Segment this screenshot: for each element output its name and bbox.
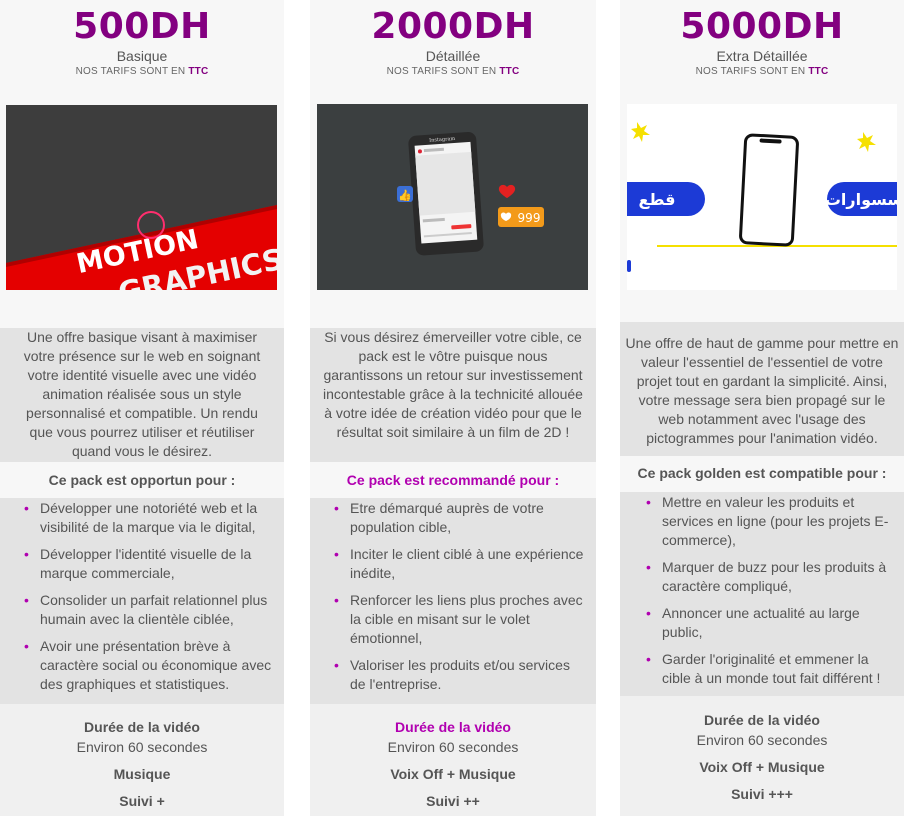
suivi-level: Suivi +++ xyxy=(731,786,793,802)
plan-section-title: Ce pack est opportun pour : xyxy=(48,472,236,488)
plan-bullet-list: Etre démarqué auprès de votre population… xyxy=(332,499,588,702)
list-item: Renforcer les liens plus proches avec la… xyxy=(332,591,588,648)
plan-price: 2000DH xyxy=(371,6,535,47)
duration-value: Environ 60 secondes xyxy=(387,739,519,755)
duration-label: Durée de la vidéo xyxy=(704,712,820,728)
pricing-card-detaillee: 2000DH Détaillée NOS TARIFS SONT EN TTC … xyxy=(310,0,596,816)
plan-description: Si vous désirez émerveiller votre cible,… xyxy=(323,329,583,440)
duration-value: Environ 60 secondes xyxy=(696,732,828,748)
list-item: Inciter le client ciblé à une expérience… xyxy=(332,545,588,583)
plan-price: 500DH xyxy=(73,6,211,47)
svg-text:👍: 👍 xyxy=(398,189,412,202)
plan-section-title: Ce pack golden est compatible pour : xyxy=(637,465,887,481)
plan-description: Une offre de haut de gamme pour mettre e… xyxy=(625,335,899,446)
list-item: Développer l'identité visuelle de la mar… xyxy=(22,545,276,583)
audio-option: Voix Off + Musique xyxy=(699,759,825,775)
list-item: Avoir une présentation brève à caractère… xyxy=(22,637,276,694)
tax-note: NOS TARIFS SONT EN TTC xyxy=(75,66,209,77)
list-item: Consolider un parfait relationnel plus h… xyxy=(22,591,276,629)
list-item: Développer une notoriété web et la visib… xyxy=(22,499,276,537)
pricing-card-basique: 500DH Basique NOS TARIFS SONT EN TTC MOT… xyxy=(0,0,284,816)
plan-subtitle: Extra Détaillée xyxy=(716,48,808,64)
suivi-level: Suivi ++ xyxy=(426,793,480,809)
list-item: Marquer de buzz pour les produits à cara… xyxy=(644,558,900,596)
plan-section-title: Ce pack est recommandé pour : xyxy=(346,472,560,488)
list-item: Annoncer une actualité au large public, xyxy=(644,604,900,642)
plan-subtitle: Basique xyxy=(116,48,168,64)
right-arabic-word: سسوارات xyxy=(825,190,897,209)
plan-bullet-list: Développer une notoriété web et la visib… xyxy=(22,499,276,702)
list-item: Etre démarqué auprès de votre population… xyxy=(332,499,588,537)
thumbs-up-icon: 👍 xyxy=(397,186,413,202)
audio-option: Musique xyxy=(113,766,171,782)
suivi-level: Suivi + xyxy=(119,793,165,809)
video-preview-phone-arabic[interactable]: قطع سسوارات xyxy=(627,104,897,290)
like-count: 999 xyxy=(518,211,541,225)
duration-label: Durée de la vidéo xyxy=(395,719,511,735)
plan-description: Une offre basique visant à maximiser vot… xyxy=(23,329,261,459)
video-preview-social-phone[interactable]: Instagram 👍 999 xyxy=(317,104,588,290)
duration-label: Durée de la vidéo xyxy=(84,719,200,735)
list-item: Garder l'originalité et emmener la cible… xyxy=(644,650,900,688)
plan-subtitle: Détaillée xyxy=(425,48,481,64)
list-item: Valoriser les produits et/ou services de… xyxy=(332,656,588,694)
pricing-card-extra-detaillee: 5000DH Extra Détaillée NOS TARIFS SONT E… xyxy=(620,0,904,816)
tax-note: NOS TARIFS SONT EN TTC xyxy=(386,66,520,77)
list-item: Mettre en valeur les produits et service… xyxy=(644,493,900,550)
tax-note: NOS TARIFS SONT EN TTC xyxy=(695,66,829,77)
plan-price: 5000DH xyxy=(680,6,844,47)
left-arabic-word: قطع xyxy=(639,190,676,209)
plan-bullet-list: Mettre en valeur les produits et service… xyxy=(644,493,900,696)
video-preview-motion-graphics[interactable]: MOTION GRAPHICS xyxy=(6,105,277,290)
audio-option: Voix Off + Musique xyxy=(390,766,516,782)
duration-value: Environ 60 secondes xyxy=(76,739,208,755)
